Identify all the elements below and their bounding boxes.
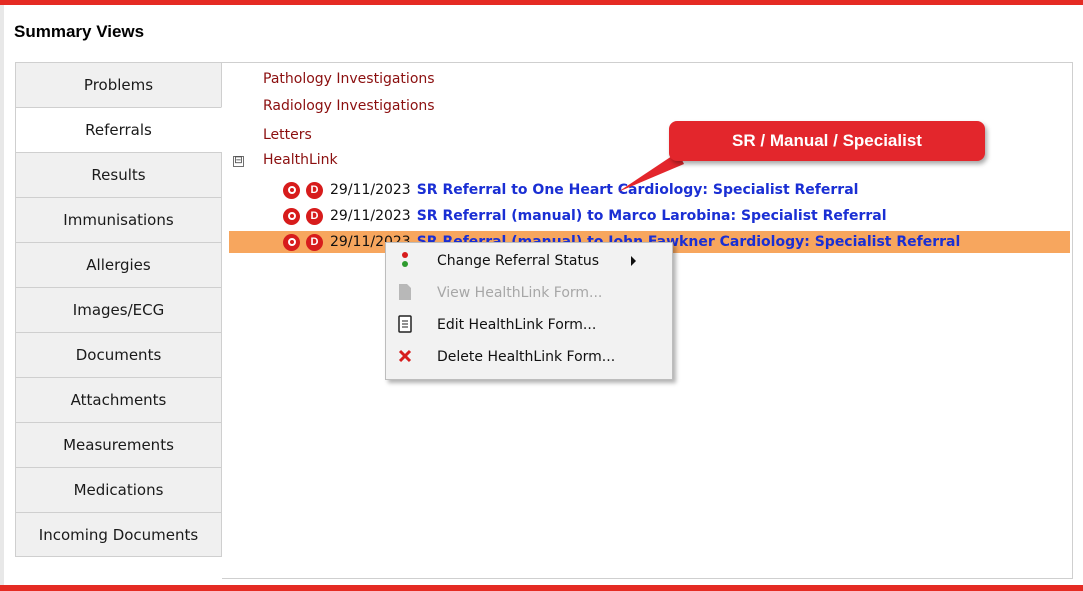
tab-label: Images/ECG [72,301,165,319]
draft-d-icon: D [306,181,323,199]
referral-date: 29/11/2023 [330,208,411,224]
context-menu: Change Referral Status View HealthLink F… [385,242,673,380]
tab-measurements[interactable]: Measurements [15,422,222,467]
tab-attachments[interactable]: Attachments [15,377,222,422]
draft-d-icon: D [306,207,323,225]
tab-immunisations[interactable]: Immunisations [15,197,222,242]
tab-label: Measurements [63,436,174,454]
top-border [0,0,1083,5]
menu-item-label: Delete HealthLink Form... [437,348,616,365]
referral-status-icon[interactable] [283,233,300,251]
delete-x-icon [396,347,414,365]
referral-row[interactable]: D 29/11/2023 SR Referral to One Heart Ca… [283,179,858,201]
referral-link[interactable]: SR Referral (manual) to Marco Larobina: … [417,208,887,224]
tab-label: Medications [73,481,164,499]
tree-item-letters[interactable]: Letters [263,127,312,143]
tab-label: Referrals [85,121,152,139]
tree-item-pathology[interactable]: Pathology Investigations [263,71,435,87]
document-icon [396,283,414,301]
menu-item-edit-healthlink-form[interactable]: Edit HealthLink Form... [386,310,672,339]
tab-documents[interactable]: Documents [15,332,222,377]
tab-problems[interactable]: Problems [15,62,222,107]
tree-item-healthlink[interactable]: HealthLink [263,152,338,168]
menu-item-label: Edit HealthLink Form... [437,316,597,333]
expander-glyph: ⊟ [234,155,243,166]
referral-status-icon[interactable] [283,181,300,199]
submenu-arrow-icon [631,255,636,266]
referral-date: 29/11/2023 [330,182,411,198]
menu-item-label: Change Referral Status [437,252,600,269]
tab-label: Immunisations [63,211,174,229]
tab-label: Documents [75,346,162,364]
menu-item-view-healthlink-form[interactable]: View HealthLink Form... [386,278,672,307]
draft-d-icon: D [306,233,323,251]
tab-label: Incoming Documents [38,525,199,544]
tab-images-ecg[interactable]: Images/ECG [15,287,222,332]
menu-item-change-referral-status[interactable]: Change Referral Status [386,246,672,275]
tab-incoming-documents[interactable]: Incoming Documents [15,512,222,557]
form-icon [396,315,414,333]
menu-item-label: View HealthLink Form... [437,284,603,301]
tree-item-radiology[interactable]: Radiology Investigations [263,98,435,114]
menu-item-delete-healthlink-form[interactable]: Delete HealthLink Form... [386,342,672,371]
tab-referrals[interactable]: Referrals [15,107,222,152]
tab-label: Problems [83,76,154,94]
tab-label: Allergies [86,256,151,274]
summary-tabs: Problems Referrals Results Immunisations… [15,62,222,557]
tab-results[interactable]: Results [15,152,222,197]
tab-medications[interactable]: Medications [15,467,222,512]
referral-row[interactable]: D 29/11/2023 SR Referral (manual) to Mar… [283,205,887,227]
left-border [0,5,4,591]
bottom-border [0,585,1083,591]
tab-label: Results [91,166,146,184]
traffic-light-icon [396,251,414,269]
page-title: Summary Views [14,22,145,41]
collapse-expander-icon[interactable]: ⊟ [233,156,244,167]
tab-allergies[interactable]: Allergies [15,242,222,287]
referral-status-icon[interactable] [283,207,300,225]
annotation-callout: SR / Manual / Specialist [669,121,985,161]
tab-label: Attachments [70,391,167,409]
